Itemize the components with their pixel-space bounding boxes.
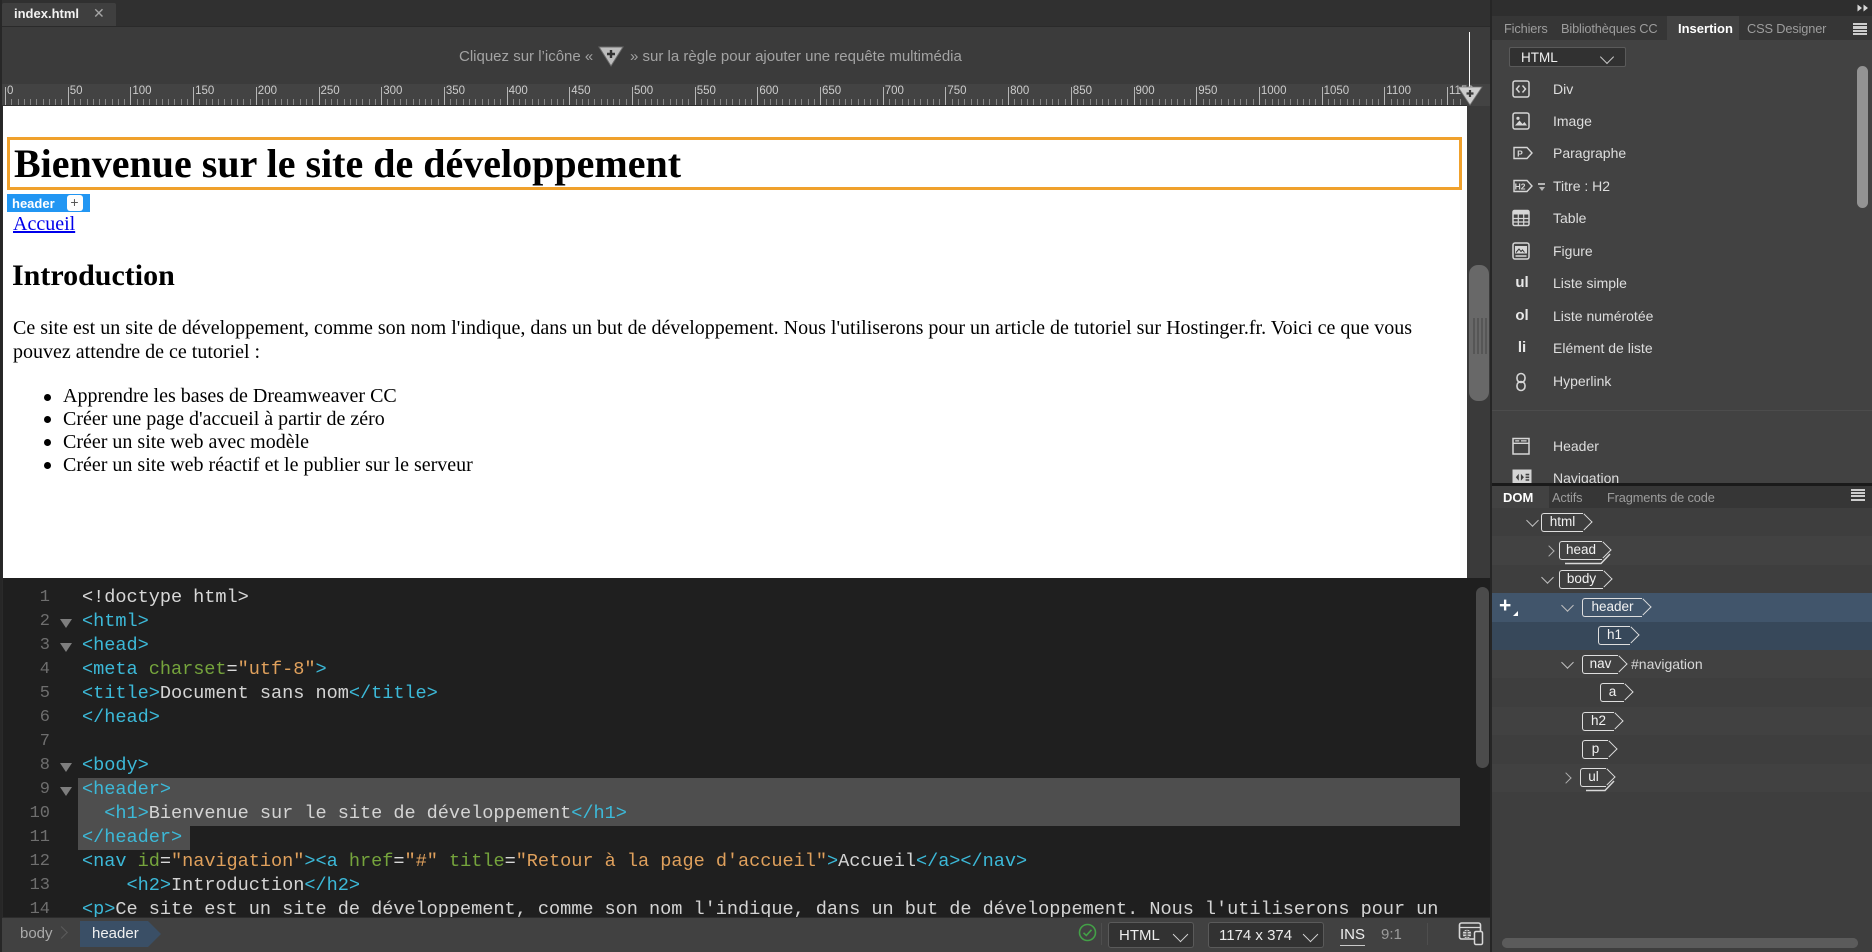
svg-text:P: P <box>1517 149 1523 159</box>
svg-text:H2: H2 <box>1515 182 1526 192</box>
